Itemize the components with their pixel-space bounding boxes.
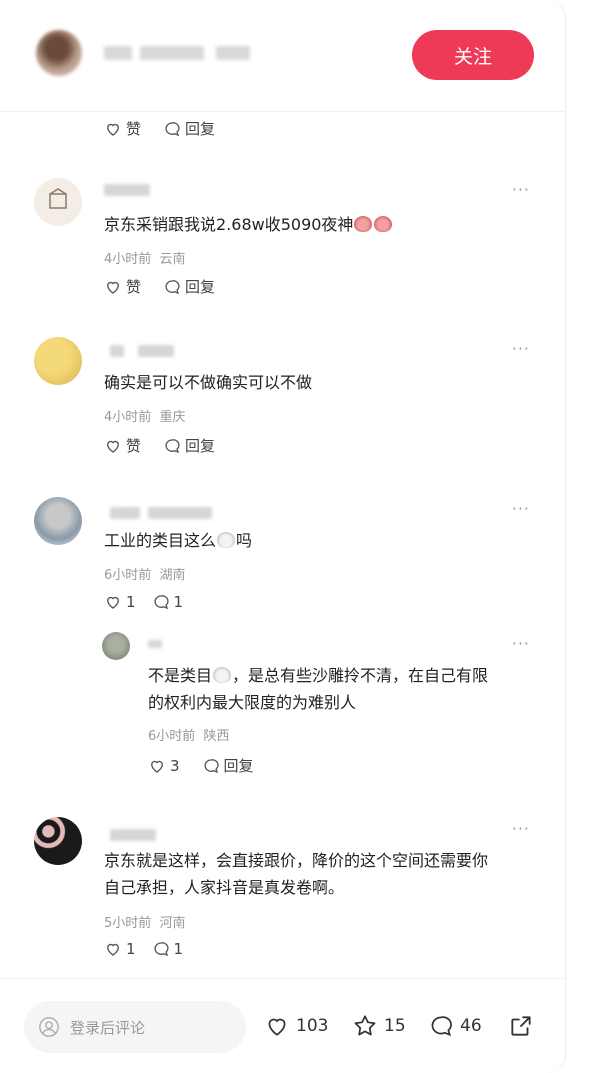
comment-bubble-icon [203,758,219,773]
comment-actions: 赞 回复 [104,118,215,139]
comment-actions: 3 回复 [148,755,254,776]
commenter-name-blurred [148,507,212,519]
commenter-name-blurred [104,184,150,196]
comment-actions: 1 1 [104,593,183,611]
heart-icon [268,1018,286,1036]
comment-bubble-icon [431,1016,452,1037]
comment-actions: 赞 回复 [104,435,215,456]
heart-icon [151,760,163,773]
comment-bubble-icon [165,279,180,294]
commenter-name-blurred [110,507,140,519]
like-button[interactable]: 1 [104,940,136,958]
commenter-name-blurred [148,640,162,648]
comment-input[interactable]: 登录后评论 [24,1001,246,1053]
comment-bubble-icon [153,942,169,957]
comment-bubble-icon [153,595,169,610]
cow-emoji-icon [213,667,232,683]
cow-emoji-icon [217,532,236,548]
heart-icon [107,596,119,609]
commenter-avatar[interactable] [34,178,82,226]
follow-button[interactable]: 关注 [412,30,534,80]
commenter-avatar[interactable] [34,337,82,385]
commenter-name-blurred [138,345,174,357]
more-options-icon[interactable]: ··· [512,339,530,358]
comment-text: 工业的类目这么吗 [104,531,253,550]
reply-button[interactable]: 1 [152,940,183,958]
comment-bubble-icon [165,121,180,136]
like-button[interactable]: 1 [104,593,136,611]
like-button[interactable]: 3 [148,757,180,775]
comment-text: 不是类目 ，是总有些沙雕拎不清，在自己有限 的权利内最大限度的为难别人 [148,666,489,712]
share-button[interactable] [508,1013,534,1039]
author-name-blurred [216,46,250,60]
reply-button[interactable]: 回复 [163,435,215,456]
reply-button[interactable]: 1 [152,593,183,611]
commenter-avatar[interactable] [34,497,82,545]
reply-button[interactable]: 回复 [202,755,254,776]
comment-count: 46 [460,1016,482,1036]
more-options-icon[interactable]: ··· [512,499,530,518]
more-options-icon[interactable]: ··· [512,180,530,199]
comment-actions: 赞 回复 [104,276,215,297]
comment-bubble-icon [165,438,180,453]
like-button[interactable]: 赞 [104,118,141,139]
more-options-icon[interactable]: ··· [512,819,530,838]
comment-meta: 4小时前 云南 [104,252,186,267]
pig-emoji-icon [354,216,373,232]
author-name-blurred [140,46,204,60]
commenter-avatar[interactable] [34,817,82,865]
pig-emoji-icon [374,216,393,232]
like-button[interactable]: 赞 [104,435,141,456]
comment-text: 京东采销跟我说2.68w收5090夜神 [104,211,393,238]
like-count: 103 [296,1016,329,1036]
commenter-name-blurred [110,345,124,357]
heart-icon [107,281,119,294]
heart-icon [107,123,119,136]
like-label: 赞 [126,120,142,138]
comment-input-placeholder: 登录后评论 [70,1018,146,1037]
commenter-name-blurred [110,829,156,841]
comment-meta: 6小时前 陕西 [148,729,230,744]
favorite-count-button[interactable]: 15 [352,1013,406,1039]
comment-meta: 5小时前 河南 [104,916,186,931]
share-icon [511,1016,531,1036]
like-count-button[interactable]: 103 [264,1013,328,1039]
commenter-avatar[interactable] [102,632,130,660]
reply-label: 回复 [185,120,216,138]
comment-text: 确实是可以不做确实可以不做 [104,373,313,392]
more-options-icon[interactable]: ··· [512,634,530,653]
comment-text: 京东就是这样，会直接跟价，降价的这个空间还需要你 自己承担，人家抖音是真发卷啊。 [104,851,489,897]
comment-meta: 4小时前 重庆 [104,410,186,425]
reply-button[interactable]: 回复 [163,118,215,139]
like-button[interactable]: 赞 [104,276,141,297]
bottom-action-bar: 登录后评论 103 15 46 [0,978,565,1073]
comment-actions: 1 1 [104,940,183,958]
comment-list[interactable]: 赞 回复 ··· 京东采销跟我说2.68w收5090夜神 4小时前 云南 赞 回… [0,112,565,978]
reply-button[interactable]: 回复 [163,276,215,297]
post-comments-panel: 关注 赞 回复 ··· 京东采销跟我说2.68w收5090夜神 4小时前 云南 … [0,0,566,1073]
comment-count-button[interactable]: 46 [428,1013,482,1039]
author-header: 关注 [0,0,565,112]
favorite-count: 15 [384,1016,406,1036]
heart-icon [107,440,119,453]
heart-icon [107,943,119,956]
author-avatar[interactable] [36,30,82,76]
user-icon [39,1017,59,1037]
author-name-blurred [104,46,132,60]
star-icon [354,1015,376,1036]
comment-meta: 6小时前 湖南 [104,568,186,583]
